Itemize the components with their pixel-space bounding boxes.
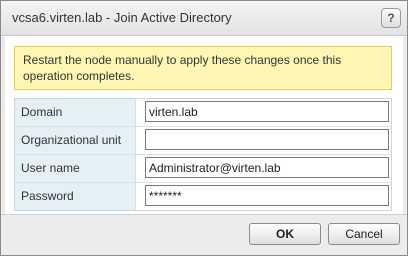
dialog-footer: OK Cancel: [1, 214, 407, 255]
ad-form: Domain Organizational unit User name Pas…: [14, 98, 392, 211]
domain-label: Domain: [15, 99, 136, 126]
domain-input[interactable]: [145, 101, 389, 122]
help-icon[interactable]: ?: [381, 8, 401, 28]
password-input[interactable]: [145, 185, 389, 206]
cancel-button[interactable]: Cancel: [328, 223, 400, 245]
user-name-input[interactable]: [145, 157, 389, 178]
organizational-unit-input[interactable]: [145, 129, 389, 150]
password-label: Password: [15, 183, 136, 210]
join-active-directory-dialog: vcsa6.virten.lab - Join Active Directory…: [0, 0, 408, 256]
restart-warning-banner: Restart the node manually to apply these…: [14, 46, 392, 90]
form-row-domain: Domain: [15, 99, 391, 127]
form-row-password: Password: [15, 183, 391, 210]
ok-button[interactable]: OK: [249, 223, 321, 245]
warning-text: Restart the node manually to apply these…: [23, 53, 342, 83]
organizational-unit-label: Organizational unit: [15, 127, 136, 154]
dialog-title: vcsa6.virten.lab - Join Active Directory: [12, 10, 232, 25]
dialog-titlebar: vcsa6.virten.lab - Join Active Directory…: [1, 1, 407, 36]
dialog-content: Restart the node manually to apply these…: [5, 36, 403, 216]
form-row-organizational-unit: Organizational unit: [15, 127, 391, 155]
user-name-label: User name: [15, 155, 136, 182]
form-row-user-name: User name: [15, 155, 391, 183]
